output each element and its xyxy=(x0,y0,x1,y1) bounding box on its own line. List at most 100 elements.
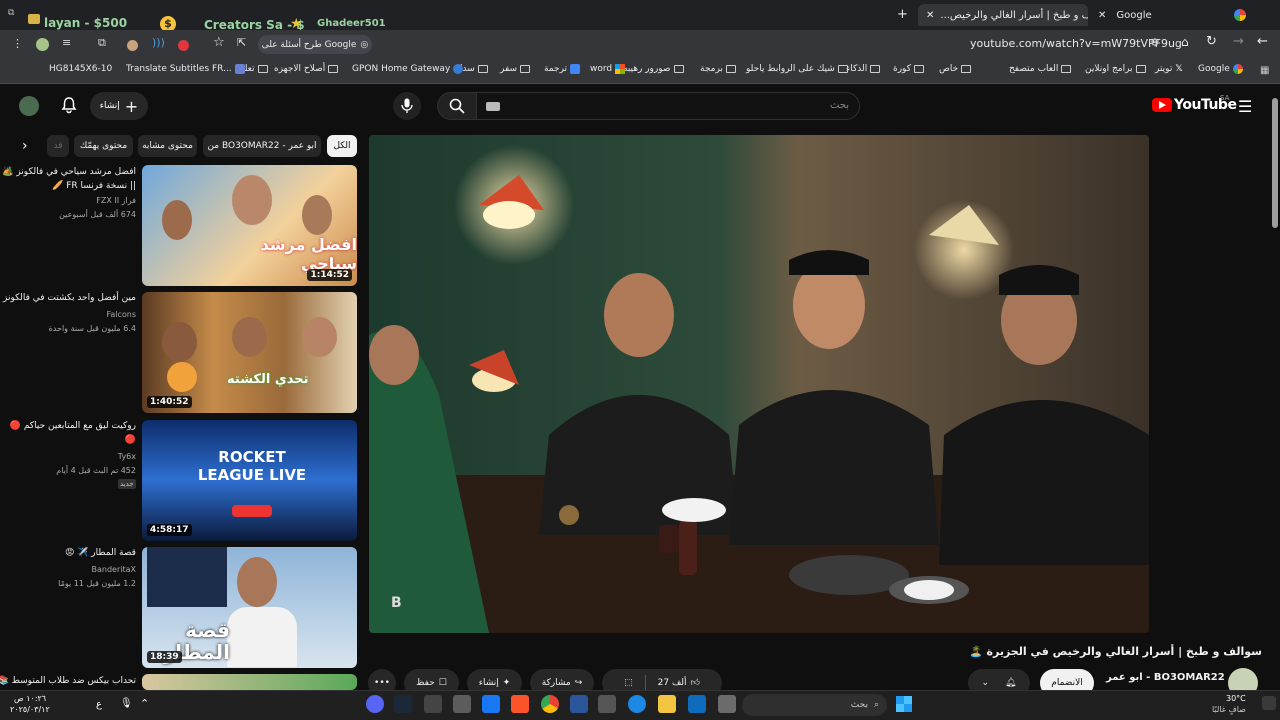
bookmark-folder[interactable]: صورور رهيبه xyxy=(623,64,684,74)
left-tab-3[interactable]: Ghadeer501 xyxy=(317,18,386,29)
apps-grid-icon[interactable]: ▦ xyxy=(1260,65,1269,76)
chip-related[interactable]: محتوى مشابه xyxy=(138,135,197,157)
rec-thumbnail-1[interactable]: افضل مرشد سياحي 1:14:52 xyxy=(142,165,357,286)
bookmark-gpon[interactable]: GPON Home Gateway xyxy=(352,64,464,74)
app-icon[interactable] xyxy=(424,695,442,713)
app-icon[interactable] xyxy=(453,695,471,713)
forward-icon[interactable]: → xyxy=(1233,34,1244,49)
bookmark-translate[interactable]: ترجمة xyxy=(544,64,581,74)
like-icon[interactable]: 👍︎ xyxy=(691,678,700,688)
rec-title-4[interactable]: قصة المطار ✈️ 😡 xyxy=(20,548,136,558)
voice-search-button[interactable] xyxy=(393,92,421,120)
bookmark-translate-subtitles[interactable]: Translate Subtitles FR... xyxy=(126,64,245,74)
bookmark-folder[interactable]: العاب متصفح xyxy=(1009,64,1072,74)
rec-channel-4[interactable]: BanderitaX xyxy=(60,565,137,574)
bookmark-router[interactable]: HG8145X6-10 xyxy=(49,64,112,74)
bookmark-folder[interactable]: خاص xyxy=(939,64,972,74)
dislike-icon[interactable]: ⬚ xyxy=(624,678,633,688)
chevron-right-icon[interactable]: › xyxy=(22,138,28,154)
like-count[interactable]: 27 ألف xyxy=(658,678,687,688)
tab-youtube-video[interactable]: ✕ سوالف و طبخ | أسرار الغالي والرخيص... xyxy=(918,4,1088,26)
bookmark-folder[interactable]: أصلاح الاجهزه xyxy=(274,64,339,74)
brave-icon[interactable] xyxy=(511,695,529,713)
rec-title-3b[interactable]: 🔴 xyxy=(20,435,136,445)
site-settings-icon[interactable]: ⚙ xyxy=(1150,36,1160,49)
rec-thumbnail-2[interactable]: تحدي الكشته 1:40:52 xyxy=(142,292,357,413)
app-icon[interactable] xyxy=(688,695,706,713)
keyboard-icon[interactable] xyxy=(486,102,500,111)
search-input[interactable]: بحث xyxy=(475,92,860,120)
rec-title-2[interactable]: مين أفضل واحد بكشتت في فالكونز ؟ xyxy=(0,293,136,303)
chip-from-channel[interactable]: من BO3OMAR22 - ابو عمر xyxy=(203,135,321,157)
reload-icon[interactable]: ↻ xyxy=(1206,34,1217,49)
weather-icon[interactable] xyxy=(1262,696,1276,710)
store-icon[interactable] xyxy=(598,695,616,713)
google-lens-button[interactable]: طرح أسئلة على Google ◎ xyxy=(258,35,372,54)
profile-avatar[interactable] xyxy=(36,38,49,51)
bookmark-google[interactable]: Google xyxy=(1198,64,1243,74)
wave-icon[interactable]: ))) xyxy=(152,36,165,49)
edge-icon[interactable] xyxy=(628,695,646,713)
window-menu-icon[interactable]: ⧉ xyxy=(8,8,14,18)
youtube-logo-icon[interactable] xyxy=(1152,98,1172,112)
cookie-icon[interactable] xyxy=(127,40,138,51)
file-explorer-icon[interactable] xyxy=(658,695,676,713)
bookmark-folder[interactable]: شيك على الروابط ياحلو xyxy=(746,64,848,74)
discord-icon[interactable] xyxy=(366,695,384,713)
close-icon[interactable]: ✕ xyxy=(1098,10,1106,21)
rec-channel-2[interactable]: Falcons xyxy=(60,310,136,319)
chip-more[interactable]: قد xyxy=(47,135,69,157)
bookmark-word[interactable]: word xyxy=(590,64,626,74)
video-player[interactable]: B xyxy=(369,135,1149,633)
rec-title-5[interactable]: تحداب بيكس ضد طلاب المتوسط 📚 xyxy=(0,676,136,686)
task-view-icon[interactable] xyxy=(718,695,736,713)
app-icon[interactable] xyxy=(482,695,500,713)
taskbar-search[interactable]: بحث ⌕ xyxy=(742,694,887,716)
menu-dots-icon[interactable]: ⋮ xyxy=(12,37,23,50)
tab-google[interactable]: ✕ Google xyxy=(1090,4,1235,26)
notifications-bell-icon[interactable] xyxy=(60,96,78,114)
extension-icon[interactable]: ≡ xyxy=(62,36,71,49)
search-button[interactable] xyxy=(437,92,477,120)
rec-thumbnail-3[interactable]: ROCKET LEAGUE LIVE 4:58:17 xyxy=(142,420,357,541)
rec-title-1b[interactable]: || نسخة فرنسا FR 🥖 xyxy=(20,181,136,191)
rec-thumbnail-4[interactable]: قصة المطار 18:39 xyxy=(142,547,357,668)
rec-channel-1[interactable]: فراز FZX II xyxy=(60,196,136,205)
hamburger-menu-icon[interactable]: ☰ xyxy=(1238,97,1252,116)
home-icon[interactable]: ⌂ xyxy=(1181,35,1189,49)
extensions-puzzle-icon[interactable]: ⧉ xyxy=(98,36,106,50)
back-icon[interactable]: ← xyxy=(1257,34,1268,49)
user-avatar[interactable] xyxy=(19,96,39,116)
word-icon[interactable] xyxy=(570,695,588,713)
new-tab-icon[interactable]: + xyxy=(897,7,908,22)
rec-title-3[interactable]: روكيت ليق مع المتابعين حياكم 🔴 xyxy=(10,421,136,431)
microphone-icon[interactable]: 🎙︎ xyxy=(120,698,133,709)
record-icon[interactable] xyxy=(178,40,189,51)
share-icon[interactable]: ⇱ xyxy=(237,36,246,49)
weather-temp[interactable]: 30°C xyxy=(1226,694,1246,703)
channel-name[interactable]: ابو عمر - BO3OMAR22 xyxy=(1106,672,1225,683)
chevron-up-icon[interactable]: ⌃ xyxy=(140,697,149,710)
bookmark-folder[interactable]: برمجة xyxy=(700,64,736,74)
clock-time[interactable]: ١٠:٢٦ ص xyxy=(14,694,46,703)
rec-title-1[interactable]: افضل مرشد سياحي في فالكونز 🏕️ xyxy=(2,167,136,177)
bookmark-folder[interactable]: كورة xyxy=(893,64,924,74)
input-language[interactable]: ع xyxy=(96,699,102,710)
weather-desc[interactable]: صافٍ غالبًا xyxy=(1212,705,1246,714)
bookmark-star-icon[interactable]: ☆ xyxy=(213,35,225,50)
close-icon[interactable]: ✕ xyxy=(926,10,934,21)
page-scrollbar[interactable] xyxy=(1272,98,1278,228)
bookmark-folder[interactable]: برامج اونلاين xyxy=(1085,64,1146,74)
rec-channel-3[interactable]: Ty6x xyxy=(60,452,136,461)
left-tab-1[interactable]: layan - $500 xyxy=(44,16,127,30)
bookmark-travel[interactable]: سفر xyxy=(500,64,531,74)
steam-icon[interactable] xyxy=(394,695,412,713)
bookmark-folder[interactable]: الذكاء xyxy=(846,64,881,74)
rec-thumbnail-5[interactable] xyxy=(142,674,357,690)
bookmark-twitter[interactable]: تويتر 𝕏 xyxy=(1155,64,1183,74)
clock-date[interactable]: ٢٠٢٥/٠٣/١٢ xyxy=(10,705,50,714)
chip-all[interactable]: الكل xyxy=(327,135,357,157)
chip-for-you[interactable]: محتوى يهمّك xyxy=(74,135,133,157)
chrome-icon[interactable] xyxy=(541,695,559,713)
create-button[interactable]: إنشاء + xyxy=(90,92,148,120)
